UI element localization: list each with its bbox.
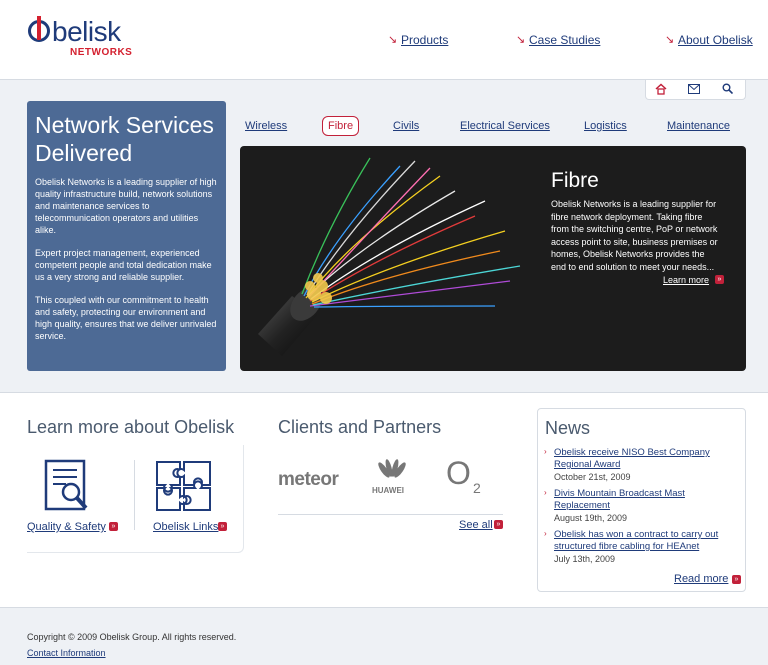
huawei-logo[interactable]: HUAWEI bbox=[372, 486, 404, 495]
intro-paragraph: Expert project management, experienced c… bbox=[35, 248, 212, 282]
tab-fibre[interactable]: Fibre bbox=[322, 116, 360, 136]
arrow-icon: ↘ bbox=[665, 34, 675, 46]
tab-wireless[interactable]: Wireless bbox=[245, 120, 287, 132]
chevron-right-icon[interactable]: » bbox=[715, 275, 724, 284]
feature-title: Fibre bbox=[551, 169, 599, 192]
o2-logo-sub: 2 bbox=[473, 480, 481, 496]
logo-sub: NETWORKS bbox=[70, 47, 133, 58]
learn-more-link[interactable]: Learn more bbox=[663, 275, 709, 285]
arrow-icon: › bbox=[544, 447, 547, 456]
arrow-icon: ↘ bbox=[516, 34, 526, 46]
news-date: October 21st, 2009 bbox=[554, 472, 631, 482]
news-date: August 19th, 2009 bbox=[554, 513, 628, 523]
mail-icon[interactable] bbox=[688, 84, 700, 94]
footer: Copyright © 2009 Obelisk Group. All righ… bbox=[27, 632, 237, 658]
nav-products[interactable]: Products bbox=[401, 33, 448, 47]
chevron-right-icon[interactable]: » bbox=[218, 522, 227, 531]
site-header: belisk NETWORKS ↘ Products ↘ Case Studie… bbox=[0, 0, 768, 80]
news-headline-link[interactable]: Obelisk has won a contract to carry out … bbox=[554, 529, 740, 553]
tab-maintenance[interactable]: Maintenance bbox=[667, 120, 730, 132]
intro-paragraph: Obelisk Networks is a leading supplier o… bbox=[35, 177, 217, 235]
logo-mark-icon bbox=[28, 16, 50, 42]
copyright-text: Copyright © 2009 Obelisk Group. All righ… bbox=[27, 632, 237, 642]
meteor-logo[interactable]: meteor bbox=[278, 469, 339, 491]
learn-more-title: Learn more about Obelisk bbox=[27, 417, 235, 437]
arrow-icon: ↘ bbox=[388, 34, 398, 46]
nav-case-studies[interactable]: Case Studies bbox=[529, 33, 600, 47]
news-headline-link[interactable]: Divis Mountain Broadcast Mast Replacemen… bbox=[554, 488, 740, 512]
document-search-icon[interactable] bbox=[44, 459, 90, 513]
intro-paragraph: This coupled with our commitment to heal… bbox=[35, 295, 217, 341]
intro-panel: Network Services Delivered Obelisk Netwo… bbox=[27, 101, 226, 371]
clients-title: Clients and Partners bbox=[278, 417, 442, 437]
huawei-petals-icon bbox=[378, 459, 406, 478]
news-title: News bbox=[545, 418, 591, 438]
chevron-right-icon[interactable]: » bbox=[494, 520, 503, 529]
news-date: July 13th, 2009 bbox=[554, 554, 616, 564]
tab-civils[interactable]: Civils bbox=[393, 120, 419, 132]
tab-logistics[interactable]: Logistics bbox=[584, 120, 627, 132]
puzzle-icon[interactable] bbox=[154, 459, 214, 513]
utility-bar bbox=[645, 80, 746, 100]
arrow-icon: › bbox=[544, 529, 547, 538]
fibre-optic-cable-image bbox=[258, 157, 521, 356]
contact-information-link[interactable]: Contact Information bbox=[27, 648, 106, 658]
home-icon[interactable] bbox=[655, 83, 667, 95]
o2-logo[interactable]: O bbox=[446, 457, 471, 489]
news-headline-link[interactable]: Obelisk receive NISO Best Company Region… bbox=[554, 447, 740, 471]
obelisk-links-link[interactable]: Obelisk Links bbox=[153, 521, 218, 533]
see-all-link[interactable]: See all bbox=[459, 519, 493, 531]
read-more-link[interactable]: Read more bbox=[674, 573, 728, 585]
quality-safety-link[interactable]: Quality & Safety bbox=[27, 521, 106, 533]
obelisk-logo[interactable]: belisk NETWORKS bbox=[28, 12, 138, 62]
divider bbox=[134, 460, 135, 530]
nav-about[interactable]: About Obelisk bbox=[678, 33, 753, 47]
search-icon[interactable] bbox=[722, 83, 733, 94]
news-panel: News › Obelisk receive NISO Best Company… bbox=[537, 408, 746, 592]
arrow-icon: › bbox=[544, 488, 547, 497]
chevron-right-icon[interactable]: » bbox=[732, 575, 741, 584]
tab-electrical-services[interactable]: Electrical Services bbox=[460, 120, 550, 132]
divider bbox=[278, 514, 503, 515]
feature-text: Obelisk Networks is a leading supplier f… bbox=[551, 199, 718, 272]
logo-word: belisk bbox=[52, 16, 121, 47]
intro-title: Network Services Delivered bbox=[35, 112, 214, 166]
feature-panel: Fibre Obelisk Networks is a leading supp… bbox=[240, 146, 746, 371]
chevron-right-icon[interactable]: » bbox=[109, 522, 118, 531]
